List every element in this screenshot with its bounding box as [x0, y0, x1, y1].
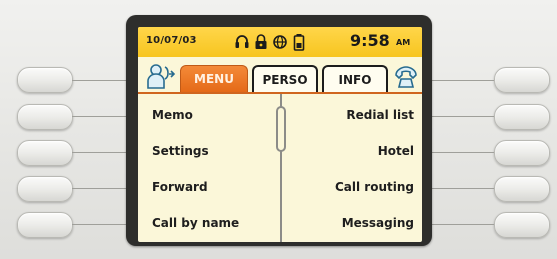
date-display: 10/07/03	[146, 35, 197, 46]
scrollbar-thumb[interactable]	[276, 106, 286, 152]
globe-icon	[273, 35, 287, 49]
left-softkey-4[interactable]	[17, 176, 73, 202]
menu-item-settings[interactable]: Settings	[152, 144, 209, 158]
tab-perso[interactable]: PERSO	[252, 65, 318, 92]
tab-strip: MENU PERSO INFO	[138, 57, 422, 94]
clock-time: 9:58	[350, 31, 390, 50]
battery-icon	[293, 34, 305, 51]
tab-info[interactable]: INFO	[322, 65, 388, 92]
contacts-nav-icon[interactable]	[143, 61, 177, 91]
left-key-leader-3	[72, 152, 134, 153]
right-softkey-1[interactable]	[494, 67, 550, 93]
menu-item-call-by-name[interactable]: Call by name	[152, 216, 239, 230]
menu-item-hotel[interactable]: Hotel	[378, 144, 414, 158]
right-key-leader-5	[424, 224, 494, 225]
status-icons	[234, 33, 314, 51]
lcd-screen: 10/07/03 9:58 AM MENU PERSO INFO Memo Se…	[138, 27, 422, 242]
tab-menu[interactable]: MENU	[180, 65, 248, 92]
menu-item-messaging[interactable]: Messaging	[342, 216, 414, 230]
left-key-leader-2	[72, 116, 134, 117]
right-key-leader-3	[424, 152, 494, 153]
left-key-leader-4	[72, 188, 134, 189]
left-softkey-2[interactable]	[17, 104, 73, 130]
headset-icon	[235, 35, 249, 48]
menu-item-memo[interactable]: Memo	[152, 108, 193, 122]
handset-nav-icon[interactable]	[392, 61, 420, 91]
right-key-leader-2	[424, 116, 494, 117]
left-softkey-3[interactable]	[17, 140, 73, 166]
lock-icon	[255, 34, 267, 49]
left-softkey-1[interactable]	[17, 67, 73, 93]
left-key-leader-5	[72, 224, 134, 225]
left-key-leader-1	[72, 80, 134, 81]
right-softkey-5[interactable]	[494, 212, 550, 238]
right-softkey-4[interactable]	[494, 176, 550, 202]
right-key-leader-1	[424, 80, 494, 81]
menu-grid: Memo Settings Forward Call by name Redia…	[138, 94, 422, 242]
menu-item-redial-list[interactable]: Redial list	[346, 108, 414, 122]
right-softkey-2[interactable]	[494, 104, 550, 130]
phone-device: 10/07/03 9:58 AM MENU PERSO INFO Memo Se…	[0, 0, 557, 259]
status-bar: 10/07/03 9:58 AM	[138, 27, 422, 57]
left-softkey-5[interactable]	[17, 212, 73, 238]
right-key-leader-4	[424, 188, 494, 189]
right-softkey-3[interactable]	[494, 140, 550, 166]
menu-item-call-routing[interactable]: Call routing	[335, 180, 414, 194]
clock-ampm: AM	[396, 38, 411, 47]
menu-item-forward[interactable]: Forward	[152, 180, 208, 194]
